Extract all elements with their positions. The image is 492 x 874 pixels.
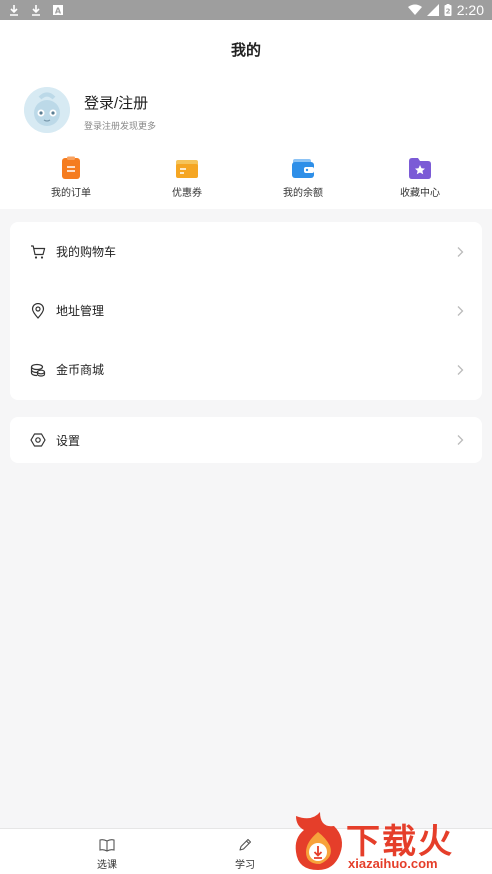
menu-item-settings[interactable]: 设置 xyxy=(10,417,482,463)
download-icon xyxy=(10,5,18,16)
coins-icon xyxy=(30,363,46,377)
status-bar: A 2 2:20 xyxy=(0,0,492,20)
quick-action-orders[interactable]: 我的订单 xyxy=(21,156,121,199)
notification-a-icon: A xyxy=(53,5,63,16)
clock: 2:20 xyxy=(456,2,484,18)
menu-item-label: 我的购物车 xyxy=(56,245,117,259)
download-icon xyxy=(32,5,40,16)
quick-action-label: 收藏中心 xyxy=(400,188,440,199)
settings-card: 设置 xyxy=(10,417,482,463)
favorite-icon xyxy=(409,158,431,179)
profile-section: 我的 登录/注册 登录注册发现更多 我的订单 优惠券 我的余额 收藏中心 xyxy=(0,20,492,209)
wifi-icon xyxy=(407,4,422,15)
book-icon xyxy=(99,839,115,852)
location-icon xyxy=(31,302,45,319)
menu-item-coin-mall[interactable]: 金币商城 xyxy=(10,340,482,399)
quick-actions: 我的订单 优惠券 我的余额 收藏中心 xyxy=(0,156,492,200)
cart-icon xyxy=(31,244,46,259)
menu-item-label: 地址管理 xyxy=(56,304,105,318)
battery-level: 2 xyxy=(445,8,450,16)
tab-courses[interactable]: 选课 xyxy=(77,837,137,871)
wallet-icon xyxy=(292,159,314,178)
watermark: 下载火 xiazaihuo.com xyxy=(290,808,492,874)
chevron-right-icon xyxy=(457,305,464,316)
svg-text:A: A xyxy=(55,7,62,16)
page-title: 我的 xyxy=(230,42,261,59)
watermark-url: xiazaihuo.com xyxy=(348,856,438,871)
signal-icon xyxy=(426,4,439,16)
menu-item-label: 金币商城 xyxy=(56,363,105,377)
quick-action-label: 优惠券 xyxy=(172,188,202,199)
tab-label: 学习 xyxy=(235,860,255,871)
menu-item-label: 设置 xyxy=(56,433,81,448)
menu-item-address[interactable]: 地址管理 xyxy=(10,281,482,340)
quick-action-label: 我的订单 xyxy=(51,188,91,199)
login-register-link[interactable]: 登录/注册 xyxy=(84,92,148,113)
avatar[interactable] xyxy=(24,87,70,133)
quick-action-favorites[interactable]: 收藏中心 xyxy=(370,156,470,199)
tab-study[interactable]: 学习 xyxy=(215,837,275,871)
chevron-right-icon xyxy=(457,435,464,445)
flame-logo-icon xyxy=(295,812,342,870)
menu-item-cart[interactable]: 我的购物车 xyxy=(10,222,482,281)
quick-action-balance[interactable]: 我的余额 xyxy=(253,156,353,199)
menu-card: 我的购物车 地址管理 金币商城 xyxy=(10,222,482,400)
settings-icon xyxy=(30,433,46,447)
chevron-right-icon xyxy=(457,246,464,257)
quick-action-coupons[interactable]: 优惠券 xyxy=(137,156,237,199)
coupon-icon xyxy=(176,160,198,178)
chevron-right-icon xyxy=(457,364,464,375)
order-icon xyxy=(62,156,80,179)
quick-action-label: 我的余额 xyxy=(283,188,323,199)
tab-label: 选课 xyxy=(97,860,117,871)
pen-icon xyxy=(239,838,252,851)
battery-icon: 2 xyxy=(444,4,452,16)
login-subtitle: 登录注册发现更多 xyxy=(84,121,157,131)
